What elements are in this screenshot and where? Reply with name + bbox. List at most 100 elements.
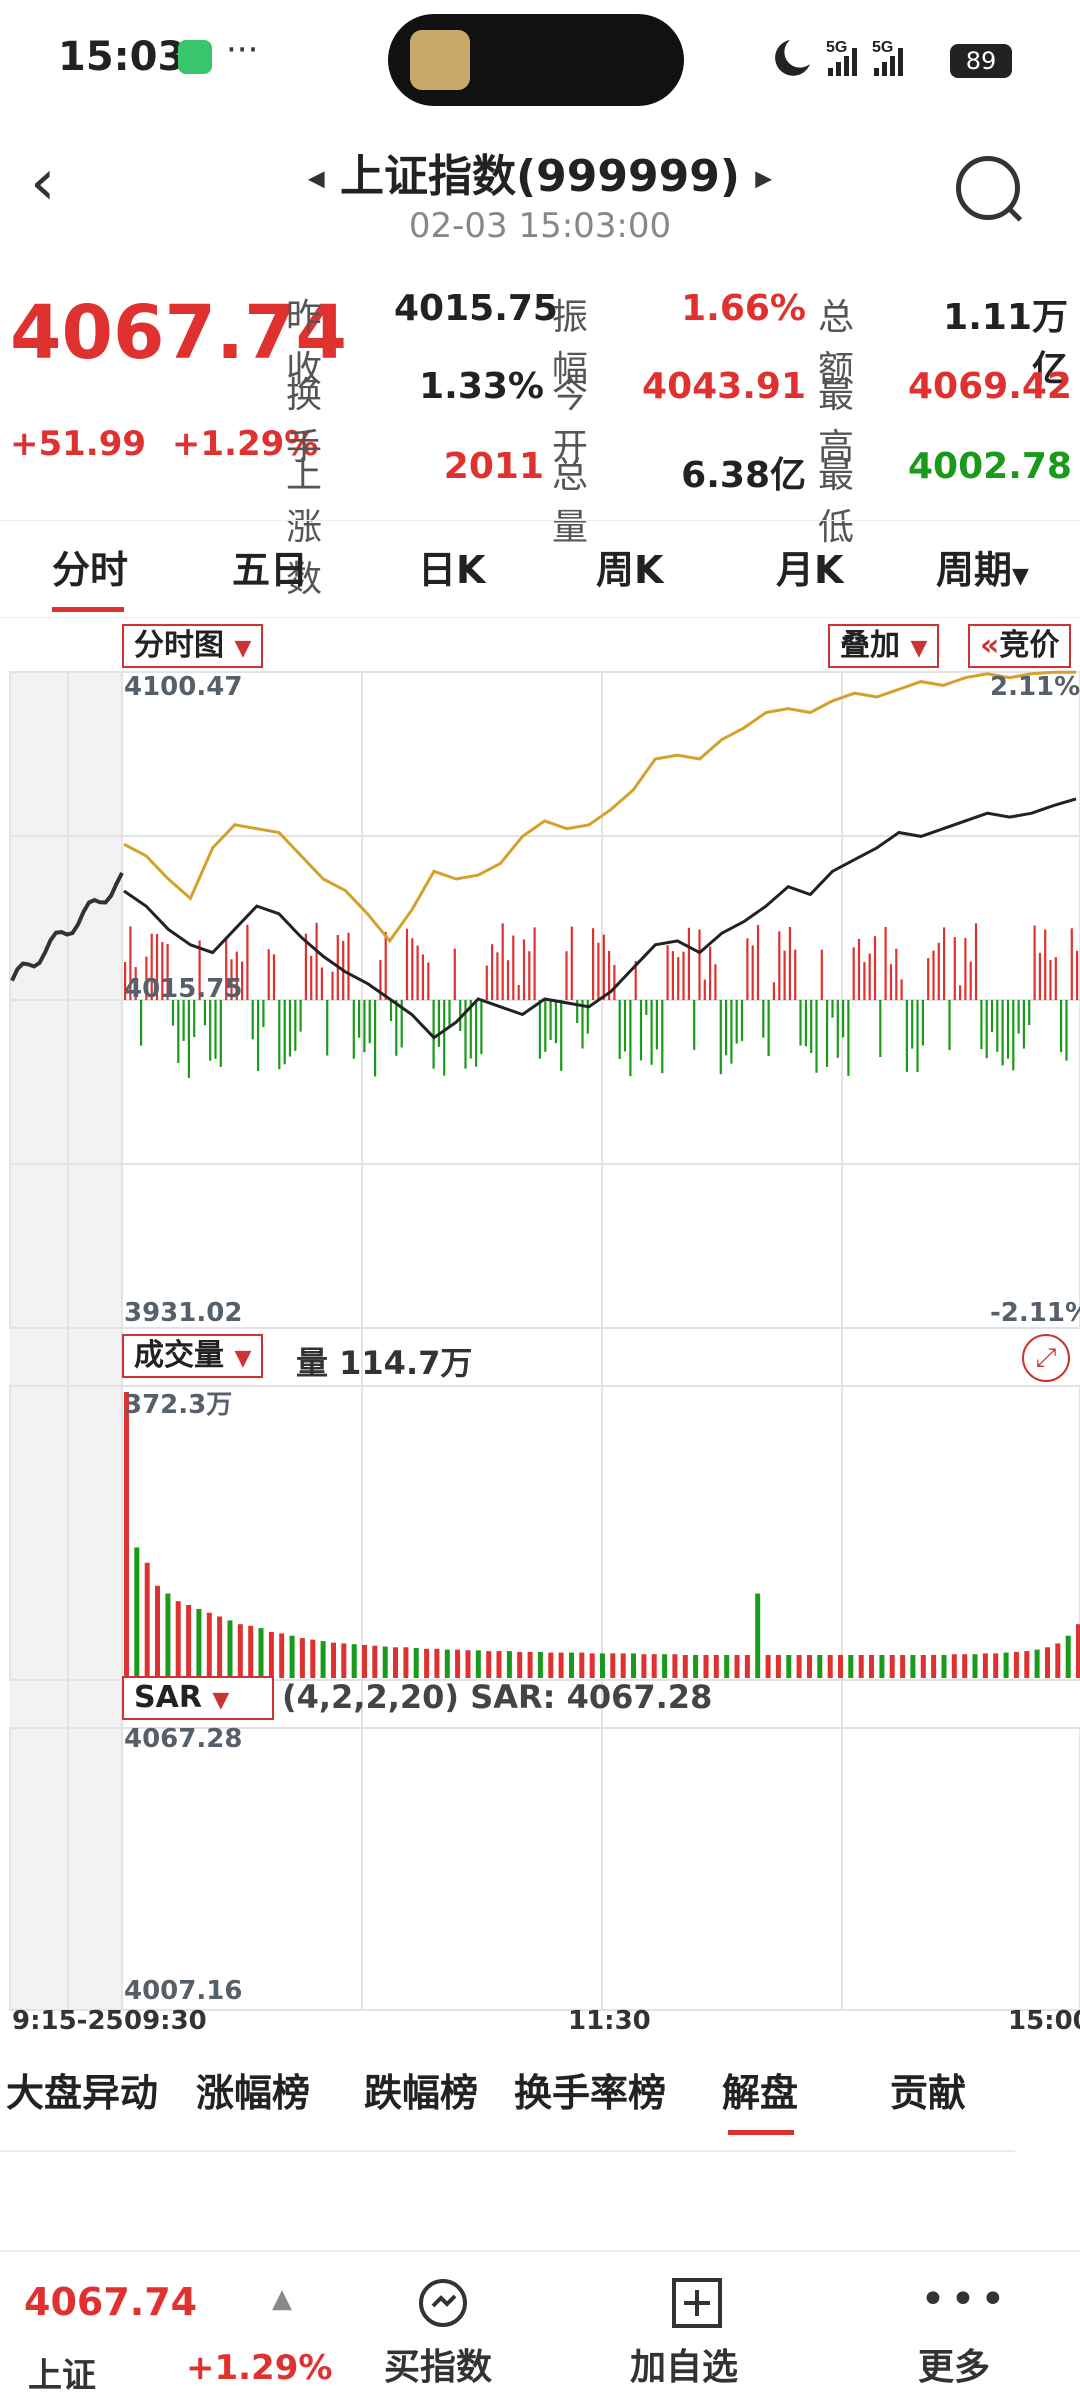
auction-button[interactable]: «竞价 xyxy=(968,624,1072,668)
quote-value: 4069.42 xyxy=(908,366,1072,407)
change-bar xyxy=(645,1000,648,1015)
change-bar xyxy=(916,1000,919,1073)
change-bar xyxy=(331,971,334,1000)
up-arrow-icon: ▲ xyxy=(272,2284,292,2314)
change-bar xyxy=(368,1000,371,1044)
volume-bar xyxy=(517,1651,523,1678)
volume-bar xyxy=(807,1655,812,1678)
search-icon[interactable] xyxy=(956,156,1020,220)
tab-five-day[interactable]: 五日 xyxy=(232,539,308,594)
change-bar xyxy=(895,948,898,1000)
chart-type-label: 分时图 xyxy=(134,628,224,663)
change-bar xyxy=(905,1000,908,1072)
change-bar xyxy=(533,927,536,1000)
change-bar xyxy=(820,949,823,1000)
price-line xyxy=(123,797,1077,1040)
tab-daily-k[interactable]: 日K xyxy=(418,539,485,594)
volume-bar xyxy=(496,1651,502,1678)
page-title: 上证指数(999999) xyxy=(340,151,740,202)
tab-period-label: 周期 xyxy=(936,548,1013,592)
volume-bar xyxy=(486,1651,492,1678)
dropdown-arrow-icon: ▼ xyxy=(234,636,252,661)
change-bar xyxy=(751,945,754,1000)
volume-bar xyxy=(889,1655,895,1678)
change-bar xyxy=(1038,952,1041,1000)
change-bar xyxy=(698,929,701,1000)
volume-bar xyxy=(393,1647,398,1678)
prev-stock-icon[interactable]: ◀ xyxy=(308,167,325,192)
chart-type-dropdown[interactable]: 分时图 ▼ xyxy=(122,624,264,668)
buy-index-icon xyxy=(419,2279,467,2327)
back-button[interactable]: ‹ xyxy=(30,148,90,228)
change-bar xyxy=(592,928,595,1000)
change-bar xyxy=(756,925,760,1000)
tab-monthly-k[interactable]: 月K xyxy=(776,539,843,594)
volume-bar xyxy=(279,1633,285,1678)
volume-bar xyxy=(403,1647,409,1678)
volume-bar xyxy=(848,1655,854,1678)
tab-analysis[interactable]: 解盘 xyxy=(722,2062,798,2117)
change-bar xyxy=(257,1000,260,1072)
change-bar xyxy=(740,1000,744,1041)
change-bar xyxy=(501,923,504,1000)
volume-bar xyxy=(206,1612,212,1678)
change-bar xyxy=(267,949,270,1000)
bottom-bar: 4067.74 ▲ 上证 +1.29% 买指数 加自选 ••• 更多 xyxy=(0,2250,1080,2402)
change-bar xyxy=(602,934,605,1000)
next-stock-icon[interactable]: ▶ xyxy=(755,167,772,192)
change-bar xyxy=(1017,1000,1020,1034)
volume-bar xyxy=(796,1655,802,1678)
change-bar xyxy=(544,1000,547,1052)
tab-gainers[interactable]: 涨幅榜 xyxy=(196,2062,310,2117)
sar-indicator-dropdown[interactable]: SAR ▼ xyxy=(122,1676,274,1720)
page-title-row[interactable]: ◀ 上证指数(999999) ▶ xyxy=(280,140,800,202)
volume-bar xyxy=(320,1641,326,1678)
change-bar xyxy=(788,927,791,1000)
volume-bar xyxy=(362,1645,367,1678)
change-bar xyxy=(182,1000,185,1041)
more-button[interactable]: ••• 更多 xyxy=(900,2252,1020,2402)
volume-indicator-dropdown[interactable]: 成交量 ▼ xyxy=(122,1334,264,1378)
overlay-dropdown[interactable]: 叠加 ▼ xyxy=(828,624,940,668)
tab-losers[interactable]: 跌幅榜 xyxy=(364,2062,478,2117)
dropdown-arrow-icon: ▼ xyxy=(212,1688,230,1713)
volume-axis-top: 372.3万 xyxy=(124,1390,233,1420)
plus-square-icon xyxy=(672,2278,722,2328)
change-bar xyxy=(863,962,866,1000)
tab-contribution[interactable]: 贡献 xyxy=(890,2062,966,2117)
volume-bar xyxy=(1013,1651,1019,1678)
change-bar xyxy=(560,1000,563,1071)
status-bar: 15:03 ··· 5G 5G 89 xyxy=(0,0,1080,120)
volume-bar xyxy=(413,1648,419,1678)
expand-icon[interactable]: ⤢ xyxy=(1022,1334,1070,1382)
tab-weekly-k[interactable]: 周K xyxy=(596,539,663,594)
change-bar xyxy=(358,1000,361,1038)
change-bar xyxy=(177,1000,180,1064)
volume-bar xyxy=(817,1655,823,1678)
average-price-line xyxy=(123,670,1076,944)
change-bar xyxy=(517,985,520,1000)
add-watchlist-button[interactable]: 加自选 xyxy=(630,2252,770,2402)
buy-index-label: 买指数 xyxy=(384,2347,493,2388)
change-bar xyxy=(735,1000,738,1044)
volume-bar xyxy=(982,1653,988,1678)
battery-indicator: 89 xyxy=(950,44,1012,78)
volume-bar xyxy=(382,1646,388,1678)
volume-bar xyxy=(548,1652,554,1678)
quote-value: 4002.78 xyxy=(908,446,1072,487)
tab-market-movers[interactable]: 大盘异动 xyxy=(6,2062,158,2117)
volume-bar xyxy=(1034,1649,1040,1678)
buy-index-button[interactable]: 买指数 xyxy=(384,2252,524,2402)
volume-bar xyxy=(765,1655,771,1678)
change-bar xyxy=(538,1000,541,1059)
change-bar xyxy=(746,938,749,1000)
tab-intraday[interactable]: 分时 xyxy=(52,539,128,594)
volume-bar xyxy=(465,1650,471,1678)
bottom-index-name: 上证 xyxy=(28,2356,96,2396)
tab-turnover[interactable]: 换手率榜 xyxy=(514,2062,666,2117)
tab-period[interactable]: 周期▼ xyxy=(936,539,1029,594)
change-bar xyxy=(528,951,531,1000)
change-bar xyxy=(921,1000,924,1046)
change-bar xyxy=(671,951,674,1000)
change-bar xyxy=(405,928,409,1000)
